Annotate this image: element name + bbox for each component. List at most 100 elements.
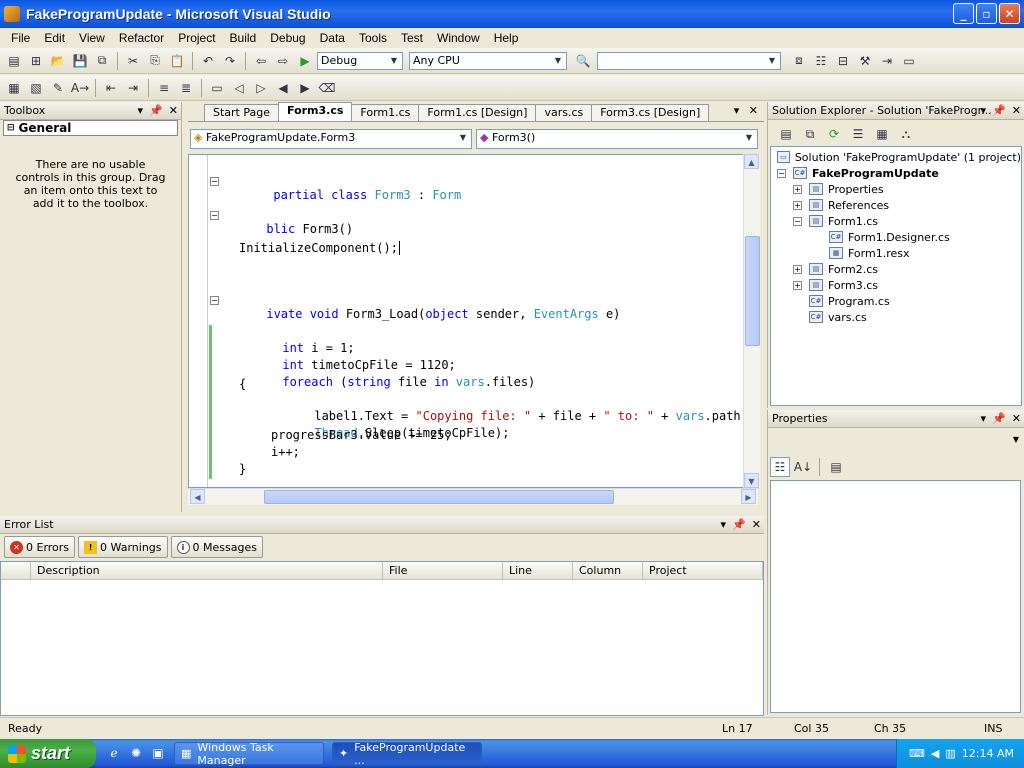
find-combo[interactable]: ▼	[597, 51, 781, 70]
solution-explorer-icon[interactable]: ⧈	[789, 51, 809, 71]
refresh-icon[interactable]: ⟳	[824, 124, 844, 144]
tree-node-form2[interactable]: + ▤ Form2.cs	[771, 261, 1021, 277]
platform-combo[interactable]: Any CPU ▼	[409, 51, 567, 70]
cut-icon[interactable]: ✂	[123, 51, 143, 71]
copy-icon[interactable]: ⎘	[145, 51, 165, 71]
close-icon[interactable]: ✕	[1012, 412, 1021, 425]
horizontal-scrollbar[interactable]: ◀ ▶	[188, 488, 758, 505]
previous-bookmark-in-folder-icon[interactable]: ◀	[273, 78, 293, 98]
tab-form1-cs[interactable]: Form1.cs	[351, 104, 420, 121]
view-designer-icon[interactable]: ▦	[872, 124, 892, 144]
taskbar-task-manager[interactable]: ▦ Windows Task Manager	[174, 741, 324, 767]
undo-icon[interactable]: ↶	[198, 51, 218, 71]
active-files-icon[interactable]: ▾	[734, 104, 740, 117]
property-pages-icon[interactable]: ▤	[826, 457, 846, 477]
collapse-icon[interactable]: −	[210, 296, 219, 305]
display-word-completion-icon[interactable]: A→	[70, 78, 90, 98]
internet-explorer-icon[interactable]: ℯ	[106, 746, 122, 762]
menu-tools[interactable]: Tools	[352, 31, 394, 45]
menu-window[interactable]: Window	[430, 31, 487, 45]
column-header-project[interactable]: Project	[643, 562, 763, 579]
tree-node-form3[interactable]: + ▤ Form3.cs	[771, 277, 1021, 293]
tree-node-form1-designer[interactable]: C# Form1.Designer.cs	[771, 229, 1021, 245]
close-icon[interactable]: ✕	[749, 104, 758, 117]
navigate-forward-icon[interactable]: ⇨	[273, 51, 293, 71]
chevron-down-icon[interactable]: ▾	[981, 104, 987, 117]
column-header-description[interactable]: Description	[31, 562, 383, 579]
tree-node-form1[interactable]: − ▤ Form1.cs	[771, 213, 1021, 229]
expand-icon[interactable]: +	[793, 200, 802, 210]
previous-bookmark-icon[interactable]: ◁	[229, 78, 249, 98]
tab-form3-cs[interactable]: Form3.cs	[278, 102, 353, 121]
scroll-up-icon[interactable]: ▲	[744, 154, 759, 169]
class-diagram-icon[interactable]: ⛬	[896, 124, 916, 144]
scroll-thumb[interactable]	[264, 490, 614, 504]
menu-project[interactable]: Project	[171, 31, 222, 45]
expand-icon[interactable]: +	[793, 280, 802, 290]
next-bookmark-icon[interactable]: ▷	[251, 78, 271, 98]
tree-node-vars[interactable]: C# vars.cs	[771, 309, 1021, 325]
start-page-icon[interactable]: ⇥	[877, 51, 897, 71]
redo-icon[interactable]: ↷	[220, 51, 240, 71]
close-icon[interactable]: ✕	[169, 104, 178, 117]
tab-start-page[interactable]: Start Page	[204, 104, 279, 121]
properties-icon[interactable]: ▤	[776, 124, 796, 144]
menu-data[interactable]: Data	[313, 31, 352, 45]
chevron-left-icon[interactable]: ◀	[931, 747, 939, 760]
display-quick-info-icon[interactable]: ✎	[48, 78, 68, 98]
display-object-member-list-icon[interactable]: ▦	[4, 78, 24, 98]
paste-icon[interactable]: 📋	[167, 51, 187, 71]
new-project-icon[interactable]: ▤	[4, 51, 24, 71]
keyboard-icon[interactable]: ⌨	[909, 747, 925, 760]
minimize-button[interactable]: _	[953, 3, 974, 24]
show-all-files-icon[interactable]: ⧉	[800, 124, 820, 144]
pin-icon[interactable]: 📌	[149, 104, 163, 117]
menu-debug[interactable]: Debug	[263, 31, 312, 45]
start-button[interactable]: start	[0, 739, 96, 768]
member-combo[interactable]: ◆ Form3() ▼	[476, 129, 758, 149]
categorized-icon[interactable]: ☷	[770, 457, 790, 477]
code-area[interactable]: − − − partial class Form3 : Form blic Fo…	[188, 154, 758, 488]
expand-icon[interactable]: +	[793, 264, 802, 274]
chevron-down-icon[interactable]: ▾	[721, 518, 727, 531]
tree-node-project[interactable]: − C# FakeProgramUpdate	[771, 165, 1021, 181]
tab-form1-design[interactable]: Form1.cs [Design]	[418, 104, 537, 121]
taskbar-visual-studio[interactable]: ✦ FakeProgramUpdate ...	[332, 741, 482, 767]
collapse-icon[interactable]: −	[210, 211, 219, 220]
save-all-icon[interactable]: ⧉	[92, 51, 112, 71]
display-parameter-info-icon[interactable]: ▧	[26, 78, 46, 98]
close-icon[interactable]: ✕	[752, 518, 761, 531]
tree-node-references[interactable]: + ▤ References	[771, 197, 1021, 213]
vertical-scrollbar[interactable]: ▲ ▼	[743, 154, 760, 488]
collapse-icon[interactable]: −	[793, 216, 802, 226]
scroll-left-icon[interactable]: ◀	[190, 489, 205, 504]
tab-form3-design[interactable]: Form3.cs [Design]	[591, 104, 710, 121]
scroll-down-icon[interactable]: ▼	[744, 473, 759, 488]
property-grid[interactable]	[770, 480, 1021, 713]
scroll-thumb[interactable]	[745, 236, 760, 346]
chevron-down-icon[interactable]: ▾	[981, 412, 987, 425]
toolbox-group-general[interactable]: ⊟ General	[3, 120, 178, 136]
column-header-icon[interactable]	[1, 562, 31, 579]
scroll-right-icon[interactable]: ▶	[741, 489, 756, 504]
column-header-line[interactable]: Line	[503, 562, 573, 579]
clock[interactable]: 12:14 AM	[962, 747, 1014, 760]
open-file-icon[interactable]: 📂	[48, 51, 68, 71]
decrease-indent-icon[interactable]: ⇤	[101, 78, 121, 98]
maximize-button[interactable]: ▫	[976, 3, 997, 24]
toggle-bookmark-icon[interactable]: ▭	[207, 78, 227, 98]
properties-window-icon[interactable]: ☷	[811, 51, 831, 71]
menu-help[interactable]: Help	[487, 31, 526, 45]
warnings-filter-button[interactable]: ! 0 Warnings	[78, 536, 168, 558]
menu-build[interactable]: Build	[223, 31, 264, 45]
menu-view[interactable]: View	[72, 31, 112, 45]
chevron-down-icon[interactable]: ▾	[138, 104, 144, 117]
collapse-icon[interactable]: −	[210, 177, 219, 186]
uncomment-lines-icon[interactable]: ≣	[176, 78, 196, 98]
tree-node-solution[interactable]: ▭ Solution 'FakeProgramUpdate' (1 projec…	[771, 149, 1021, 165]
toolbox-icon[interactable]: ⚒	[855, 51, 875, 71]
increase-indent-icon[interactable]: ⇥	[123, 78, 143, 98]
find-in-files-icon[interactable]: 🔍	[573, 51, 593, 71]
media-player-icon[interactable]: ✺	[128, 746, 144, 762]
navigate-backward-icon[interactable]: ⇦	[251, 51, 271, 71]
